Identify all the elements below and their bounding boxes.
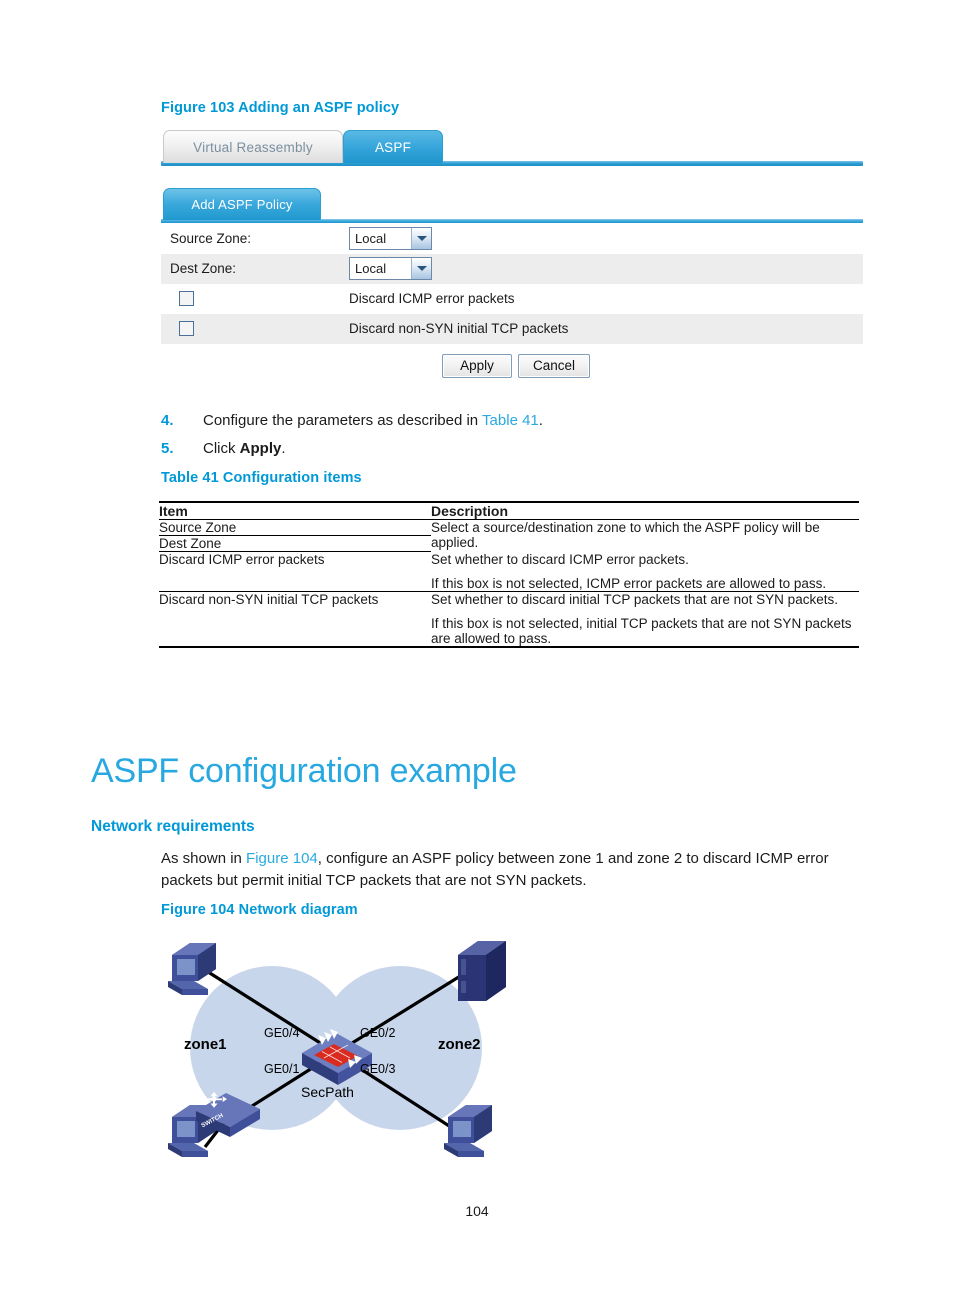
column-header-description: Description [431,502,859,520]
figure-104-link[interactable]: Figure 104 [246,850,318,867]
chevron-down-icon[interactable] [411,258,431,279]
aspf-ui-screenshot: Virtual Reassembly ASPF Add ASPF Policy … [161,128,863,391]
table-header-row: Item Description [159,502,859,520]
tab-virtual-reassembly[interactable]: Virtual Reassembly [163,130,343,163]
interface-label-ge02: GE0/2 [360,1026,395,1040]
add-aspf-policy-panel: Add ASPF Policy Source Zone: Local Dest … [161,188,863,388]
step-4: 4. Configure the parameters as described… [161,412,543,429]
panel-tabstrip: Add ASPF Policy [161,188,863,224]
dest-zone-label: Dest Zone: [170,261,237,276]
form-row-discard-nonsyn: Discard non-SYN initial TCP packets [161,314,863,344]
table-row: Discard ICMP error packets Set whether t… [159,551,859,592]
source-zone-value: Local [355,231,387,246]
page-title: ASPF configuration example [91,752,517,790]
dest-zone-select[interactable]: Local [349,257,432,280]
cell-item-source-zone: Source Zone [159,519,431,536]
step-4-text-after: . [538,412,543,429]
zone2-label: zone2 [438,1036,481,1053]
discard-icmp-checkbox[interactable] [179,291,194,306]
column-header-item: Item [159,502,431,520]
table-41-caption: Table 41 Configuration items [161,470,362,486]
cell-item-dest-zone: Dest Zone [159,535,431,552]
source-zone-label: Source Zone: [170,231,252,246]
tab-aspf[interactable]: ASPF [343,130,443,163]
chevron-down-icon[interactable] [411,228,431,249]
table-row: Discard non-SYN initial TCP packets Set … [159,591,859,648]
table-row: Source Zone Select a source/destination … [159,519,859,550]
secpath-label: SecPath [301,1084,354,1100]
aspf-form: Source Zone: Local Dest Zone: Local Disc… [161,224,863,388]
page-number: 104 [465,1203,489,1219]
cell-desc-zone: Select a source/destination zone to whic… [431,520,820,550]
dest-zone-value: Local [355,261,387,276]
interface-label-ge03: GE0/3 [360,1062,395,1076]
discard-icmp-label: Discard ICMP error packets [349,291,515,306]
cell-desc-discard-icmp: Set whether to discard ICMP error packet… [431,551,859,592]
form-row-dest-zone: Dest Zone: Local [161,254,863,284]
step-5-bold-apply: Apply [239,440,282,457]
step-5: 5. Click Apply. [161,440,286,457]
cancel-button[interactable]: Cancel [518,354,590,378]
cell-item-discard-icmp: Discard ICMP error packets [159,551,431,592]
step-5-text-before: Click [203,440,240,457]
figure-103-caption: Figure 103 Adding an ASPF policy [161,100,400,116]
paragraph-text-before: As shown in [161,850,247,867]
form-row-source-zone: Source Zone: Local [161,224,863,254]
zone1-label: zone1 [184,1036,227,1053]
step-5-text-after: . [281,440,286,457]
cell-item-discard-nonsyn: Discard non-SYN initial TCP packets [159,591,431,648]
interface-label-ge04: GE0/4 [264,1026,299,1040]
discard-nonsyn-label: Discard non-SYN initial TCP packets [349,321,569,336]
pc-icon-top-left [168,943,216,995]
network-requirements-paragraph: As shown in Figure 104, configure an ASP… [161,848,867,892]
network-requirements-heading: Network requirements [91,818,255,835]
pc-icon-bottom-right [444,1105,492,1157]
network-diagram: SWITCH zone1 zone2 GE0/4 GE0/2 GE0/1 GE0… [160,925,530,1170]
configuration-items-table: Item Description Source Zone Select a so… [159,501,859,648]
figure-104-caption: Figure 104 Network diagram [161,902,358,918]
step-4-text-before: Configure the parameters as described in [203,412,483,429]
form-row-discard-icmp: Discard ICMP error packets [161,284,863,314]
main-tabstrip: Virtual Reassembly ASPF [161,128,863,168]
tab-add-aspf-policy[interactable]: Add ASPF Policy [163,188,321,220]
network-diagram-svg: SWITCH zone1 zone2 GE0/4 GE0/2 GE0/1 GE0… [168,941,506,1157]
source-zone-select[interactable]: Local [349,227,432,250]
form-button-row: Apply Cancel [161,344,863,388]
apply-button[interactable]: Apply [442,354,512,378]
discard-nonsyn-checkbox[interactable] [179,321,194,336]
server-icon-top-right [458,941,506,1001]
table-41-link[interactable]: Table 41 [482,412,539,429]
step-5-number: 5. [161,440,174,457]
interface-label-ge01: GE0/1 [264,1062,299,1076]
step-4-number: 4. [161,412,174,429]
cell-desc-discard-nonsyn: Set whether to discard initial TCP packe… [431,591,859,648]
